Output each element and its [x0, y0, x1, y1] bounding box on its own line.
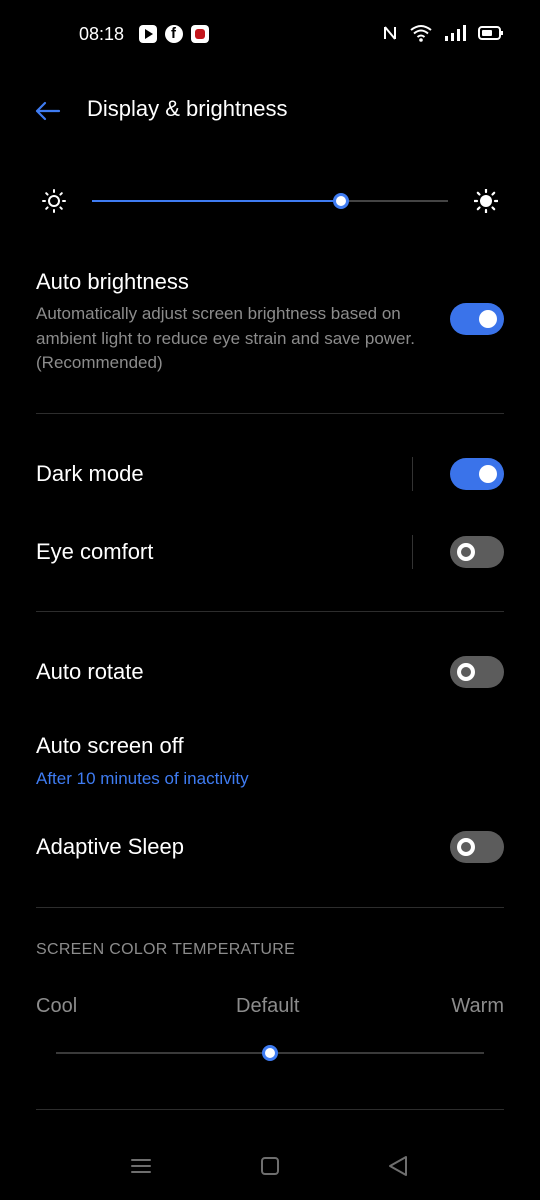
- temp-label-warm: Warm: [451, 995, 504, 1017]
- section-header-color-temperature: SCREEN COLOR TEMPERATURE: [36, 941, 296, 958]
- sun-dim-icon: [42, 189, 66, 213]
- toggle-knob: [457, 663, 475, 681]
- facebook-icon: [165, 25, 183, 43]
- auto-brightness-description: Automatically adjust screen brightness b…: [36, 304, 415, 372]
- brightness-slider-fill: [92, 200, 342, 202]
- divider: [36, 611, 504, 612]
- toggle-knob: [457, 543, 475, 561]
- auto-rotate-toggle[interactable]: [450, 656, 504, 688]
- color-temperature-slider-thumb[interactable]: [262, 1045, 278, 1061]
- temp-label-default: Default: [236, 995, 300, 1017]
- auto-rotate-title: Auto rotate: [36, 659, 144, 684]
- back-arrow-icon[interactable]: [32, 96, 62, 126]
- divider: [36, 1109, 504, 1110]
- auto-screen-off-title[interactable]: Auto screen off: [36, 733, 184, 759]
- brightness-slider[interactable]: [92, 193, 448, 209]
- auto-screen-off-value[interactable]: After 10 minutes of inactivity: [36, 769, 249, 789]
- dark-mode-toggle[interactable]: [450, 458, 504, 490]
- app-notification-icon: [191, 25, 209, 43]
- wifi-icon: [410, 25, 432, 42]
- adaptive-sleep-toggle[interactable]: [450, 831, 504, 863]
- adaptive-sleep-title: Adaptive Sleep: [36, 834, 184, 859]
- nfc-icon: [384, 26, 396, 40]
- home-icon[interactable]: [256, 1152, 284, 1180]
- back-icon[interactable]: [384, 1152, 412, 1180]
- divider: [36, 907, 504, 908]
- sun-bright-icon: [474, 189, 498, 213]
- status-time: 08:18: [79, 24, 125, 44]
- auto-brightness-toggle[interactable]: [450, 303, 504, 335]
- brightness-slider-thumb[interactable]: [333, 193, 350, 209]
- youtube-icon: [139, 25, 157, 43]
- status-bar: 08:18: [0, 0, 540, 70]
- color-temperature-slider[interactable]: [56, 1045, 484, 1061]
- dark-mode-title: Dark mode: [36, 461, 144, 486]
- toggle-knob: [457, 838, 475, 856]
- vertical-divider: [412, 457, 413, 491]
- eye-comfort-toggle[interactable]: [450, 536, 504, 568]
- temp-label-cool: Cool: [36, 995, 78, 1017]
- eye-comfort-title: Eye comfort: [36, 539, 154, 564]
- toggle-knob: [479, 310, 497, 328]
- toggle-knob: [479, 465, 497, 483]
- menu-icon[interactable]: [127, 1152, 155, 1180]
- page-title: Display & brightness: [87, 96, 288, 121]
- divider: [36, 413, 504, 414]
- vertical-divider: [412, 535, 413, 569]
- signal-icon: [445, 25, 466, 41]
- battery-icon: [478, 26, 503, 40]
- auto-brightness-title: Auto brightness: [36, 269, 189, 294]
